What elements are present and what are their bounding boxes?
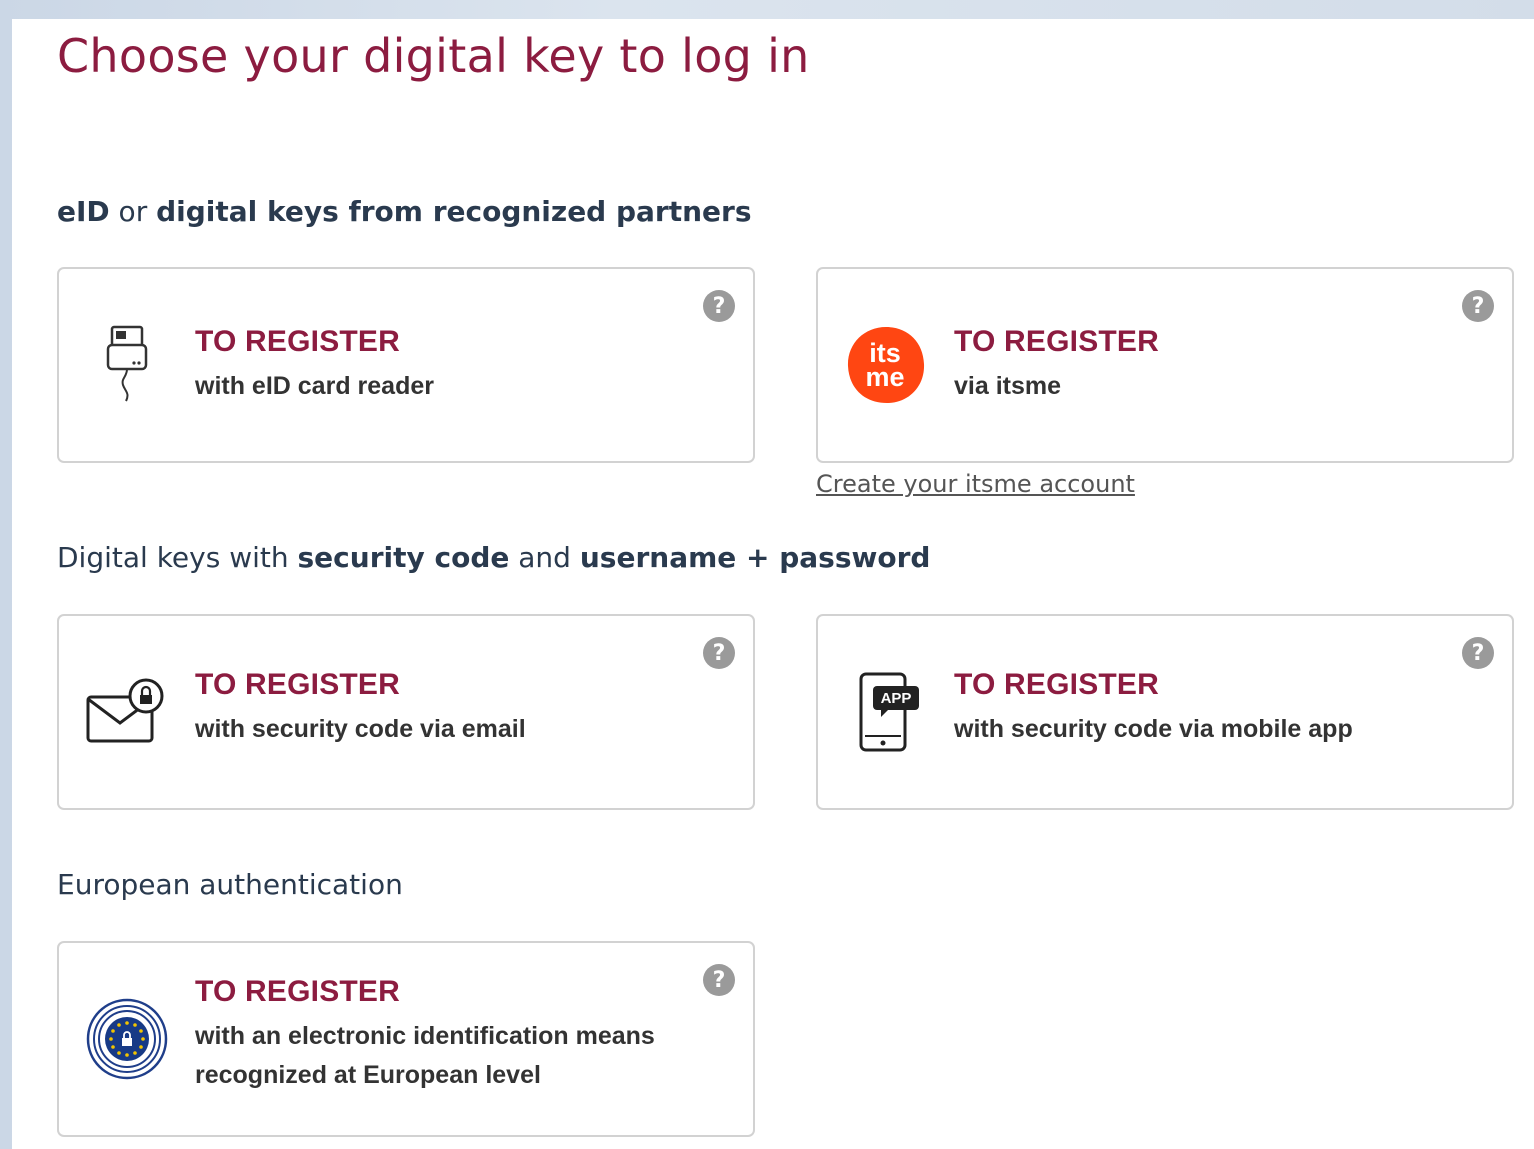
page-title: Choose your digital key to log in [57,29,810,83]
section-heading-european: European authentication [57,868,403,901]
envelope-lock-icon [83,668,171,756]
heading-part: and [509,541,580,574]
create-itsme-account-link[interactable]: Create your itsme account [816,470,1135,498]
card-subtitle: via itsme [954,372,1062,400]
card-title: TO REGISTER [954,668,1160,701]
login-panel: Choose your digital key to log in eID or… [12,19,1534,1149]
help-icon[interactable]: ? [703,290,735,322]
card-subtitle: with eID card reader [195,372,434,400]
app-badge-text: APP [881,690,912,707]
heading-part: security code [297,541,510,574]
card-subtitle-line: recognized at European level [195,1061,541,1089]
european-eid-option[interactable]: TO REGISTER with an electronic identific… [57,941,755,1137]
help-icon[interactable]: ? [703,964,735,996]
heading-part: eID [57,195,110,228]
heading-part: European authentication [57,868,403,901]
heading-part: digital keys from recognized partners [156,195,752,228]
card-subtitle-line: with an electronic identification means [195,1022,655,1050]
email-security-code-option[interactable]: TO REGISTER with security code via email… [57,614,755,810]
help-icon[interactable]: ? [1462,290,1494,322]
heading-part: Digital keys with [57,541,298,574]
itsme-logo: its me [842,321,930,409]
section-heading-eid: eID or digital keys from recognized part… [57,195,752,228]
mobile-app-icon: APP [842,668,930,756]
heading-part: username + password [579,541,931,574]
card-subtitle: with security code via mobile app [954,715,1353,743]
card-reader-icon [83,321,171,409]
itsme-option[interactable]: its me TO REGISTER via itsme ? [816,267,1514,463]
heading-part: or [109,195,157,228]
card-title: TO REGISTER [195,975,401,1008]
card-title: TO REGISTER [195,325,401,358]
section-heading-security-code: Digital keys with security code and user… [57,541,930,574]
card-title: TO REGISTER [954,325,1160,358]
card-title: TO REGISTER [195,668,401,701]
help-icon[interactable]: ? [703,637,735,669]
help-icon[interactable]: ? [1462,637,1494,669]
itsme-logo-text-bottom: me [865,362,904,392]
eid-card-reader-option[interactable]: TO REGISTER with eID card reader ? [57,267,755,463]
mobile-app-security-code-option[interactable]: APP TO REGISTER with security code via m… [816,614,1514,810]
card-subtitle: with security code via email [195,715,526,743]
eu-identification-icon [83,995,171,1083]
